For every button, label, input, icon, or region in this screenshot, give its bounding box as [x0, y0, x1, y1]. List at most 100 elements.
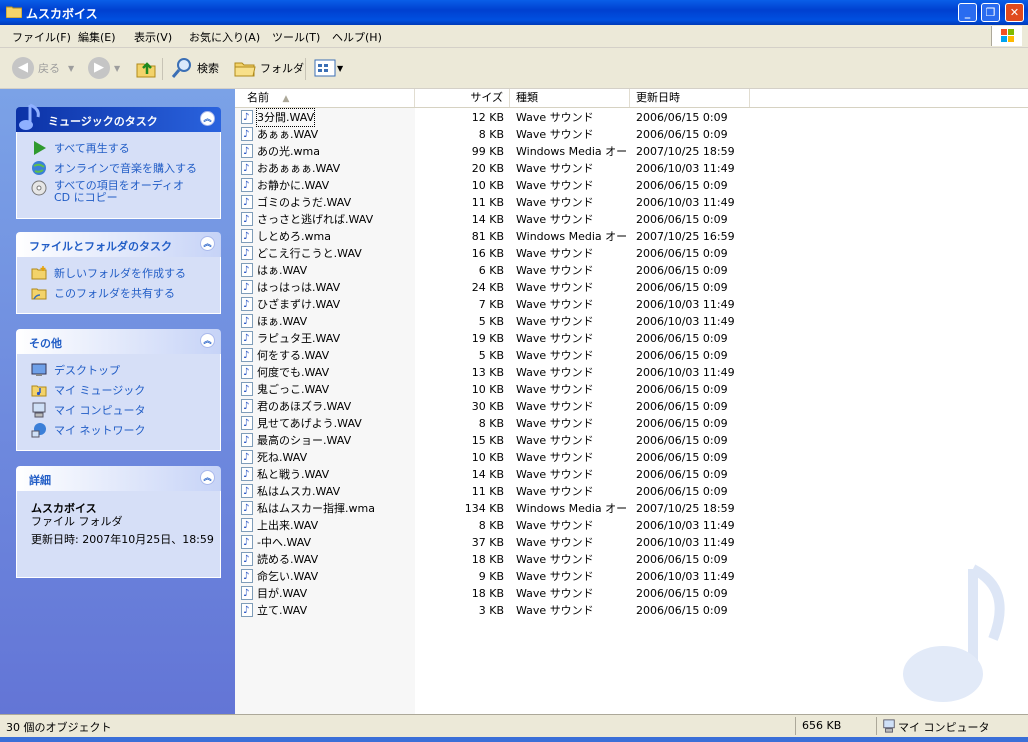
file-row[interactable]: 3分間.WAV 12 KB Wave サウンド 2006/06/15 0:09 [235, 108, 1028, 127]
my-network-link[interactable]: マイ ネットワーク [31, 422, 146, 438]
music-tasks-panel: ミュージックのタスク ︽ すべて再生する オンラインで音楽を購入する すべての項… [16, 103, 221, 219]
file-row[interactable]: ほぁ.WAV 5 KB Wave サウンド 2006/10/03 11:49 [235, 313, 1028, 330]
folders-button[interactable]: フォルダ [233, 56, 304, 80]
file-row[interactable]: さっさと逃げれば.WAV 14 KB Wave サウンド 2006/06/15 0:0… [235, 211, 1028, 228]
file-type: Wave サウンド [516, 383, 594, 396]
file-size: 3 KB [478, 604, 504, 617]
file-row[interactable]: ひざまずけ.WAV 7 KB Wave サウンド 2006/10/03 11:49 [235, 296, 1028, 313]
minimize-button[interactable]: _ [958, 3, 977, 22]
file-row[interactable]: 何度でも.WAV 13 KB Wave サウンド 2006/10/03 11:49 [235, 364, 1028, 381]
my-computer-icon [32, 402, 46, 418]
file-row[interactable]: しとめろ.wma 81 KB Windows Media オー... 2007/10/… [235, 228, 1028, 245]
new-folder-link[interactable]: 新しいフォルダを作成する [31, 265, 186, 281]
audio-file-icon [241, 228, 253, 245]
my-computer-link[interactable]: マイ コンピュータ [31, 402, 146, 418]
title-bar: ムスカボイス _ ❐ ✕ [0, 0, 1028, 25]
file-row[interactable]: はぁ.WAV 6 KB Wave サウンド 2006/06/15 0:09 [235, 262, 1028, 279]
menu-help[interactable]: ヘルプ(H) [332, 29, 382, 45]
file-name: 見せてあげよう.WAV [257, 417, 362, 430]
forward-arrow-icon: ▶ [88, 57, 110, 79]
file-row[interactable]: お静かに.WAV 10 KB Wave サウンド 2006/06/15 0:09 [235, 177, 1028, 194]
file-modified: 2006/06/15 0:09 [636, 264, 728, 277]
audio-file-icon [241, 313, 253, 330]
my-computer-icon [883, 719, 895, 733]
file-name: 3分間.WAV [255, 108, 316, 127]
file-row[interactable]: ラピュタ王.WAV 19 KB Wave サウンド 2006/06/15 0:09 [235, 330, 1028, 347]
file-modified: 2006/10/03 11:49 [636, 536, 735, 549]
music-tasks-header[interactable]: ミュージックのタスク ︽ [16, 103, 221, 132]
desktop-link[interactable]: デスクトップ [31, 362, 120, 378]
close-button[interactable]: ✕ [1005, 3, 1024, 22]
file-name: ほぁ.WAV [257, 315, 308, 328]
menu-edit[interactable]: 編集(E) [78, 29, 116, 45]
my-music-link[interactable]: マイ ミュージック [31, 382, 145, 398]
file-row[interactable]: 私はムスカー指揮.wma 134 KB Windows Media オー... 200… [235, 500, 1028, 517]
file-row[interactable]: 私と戦う.WAV 14 KB Wave サウンド 2006/06/15 0:09 [235, 466, 1028, 483]
file-row[interactable]: ゴミのようだ.WAV 11 KB Wave サウンド 2006/10/03 11:49 [235, 194, 1028, 211]
file-size: 5 KB [478, 349, 504, 362]
audio-file-icon [241, 245, 253, 262]
play-all-link[interactable]: すべて再生する [31, 140, 130, 156]
views-button[interactable]: ▼ [313, 56, 343, 80]
back-button[interactable]: ◀ 戻る ▼ [12, 56, 74, 80]
cd-icon [31, 180, 47, 196]
file-size: 10 KB [471, 179, 504, 192]
file-name: 私はムスカー指揮.wma [257, 502, 375, 515]
column-size[interactable]: サイズ [415, 89, 510, 107]
collapse-chevron-icon[interactable]: ︽ [200, 470, 215, 485]
audio-file-icon [241, 296, 253, 313]
column-name[interactable]: 名前 ▲ [235, 89, 415, 107]
file-row[interactable]: はっはっは.WAV 24 KB Wave サウンド 2006/06/15 0:09 [235, 279, 1028, 296]
file-list-view[interactable]: 名前 ▲ サイズ 種類 更新日時 3分間.WAV 12 KB Wave サウンド 20… [235, 89, 1028, 714]
buy-music-online-link[interactable]: オンラインで音楽を購入する [31, 160, 197, 176]
file-modified: 2006/06/15 0:09 [636, 111, 728, 124]
audio-file-icon [241, 568, 253, 585]
file-size: 14 KB [471, 468, 504, 481]
file-row[interactable]: どこえ行こうと.WAV 16 KB Wave サウンド 2006/06/15 0:09 [235, 245, 1028, 262]
other-places-header[interactable]: その他 ︽ [16, 329, 221, 354]
file-row[interactable]: 何をする.WAV 5 KB Wave サウンド 2006/06/15 0:09 [235, 347, 1028, 364]
file-row[interactable]: 最高のショー.WAV 15 KB Wave サウンド 2006/06/15 0:09 [235, 432, 1028, 449]
file-row[interactable]: あの光.wma 99 KB Windows Media オー... 2007/10/2… [235, 143, 1028, 160]
menu-tools[interactable]: ツール(T) [272, 29, 320, 45]
column-type[interactable]: 種類 [510, 89, 630, 107]
up-folder-button[interactable] [134, 56, 158, 80]
file-row[interactable]: 私はムスカ.WAV 11 KB Wave サウンド 2006/06/15 0:09 [235, 483, 1028, 500]
file-name: ラピュタ王.WAV [257, 332, 341, 345]
forward-button[interactable]: ▶ ▼ [88, 56, 120, 80]
file-type: Wave サウンド [516, 162, 594, 175]
file-row[interactable]: 死ね.WAV 10 KB Wave サウンド 2006/06/15 0:09 [235, 449, 1028, 466]
file-modified: 2006/06/15 0:09 [636, 485, 728, 498]
collapse-chevron-icon[interactable]: ︽ [200, 236, 215, 251]
search-button[interactable]: 検索 [170, 56, 219, 80]
status-object-count: 30 個のオブジェクト [6, 721, 112, 734]
file-row[interactable]: あぁぁ.WAV 8 KB Wave サウンド 2006/06/15 0:09 [235, 126, 1028, 143]
column-modified[interactable]: 更新日時 [630, 89, 750, 107]
menu-file[interactable]: ファイル(F) [12, 29, 71, 45]
file-size: 16 KB [471, 247, 504, 260]
audio-file-icon [241, 177, 253, 194]
file-name: 君のあほズラ.WAV [257, 400, 352, 413]
views-icon [314, 59, 336, 77]
file-row[interactable]: 君のあほズラ.WAV 30 KB Wave サウンド 2006/06/15 0:09 [235, 398, 1028, 415]
file-row[interactable]: 上出来.WAV 8 KB Wave サウンド 2006/10/03 11:49 [235, 517, 1028, 534]
maximize-button[interactable]: ❐ [981, 3, 1000, 22]
file-type: Wave サウンド [516, 570, 594, 583]
menu-favorites[interactable]: お気に入り(A) [189, 29, 260, 45]
file-row[interactable]: -中へ.WAV 37 KB Wave サウンド 2006/10/03 11:49 [235, 534, 1028, 551]
share-folder-link[interactable]: このフォルダを共有する [31, 285, 175, 301]
copy-to-cd-link[interactable]: すべての項目をオーディオ CD にコピー [31, 180, 201, 204]
file-name: あの光.wma [257, 145, 320, 158]
file-modified: 2006/10/03 11:49 [636, 298, 735, 311]
menu-view[interactable]: 表示(V) [134, 29, 172, 45]
details-header[interactable]: 詳細 ︽ [16, 466, 221, 491]
file-row[interactable]: 見せてあげよう.WAV 8 KB Wave サウンド 2006/06/15 0:09 [235, 415, 1028, 432]
file-folder-tasks-header[interactable]: ファイルとフォルダのタスク ︽ [16, 232, 221, 257]
file-row[interactable]: おあぁぁぁ.WAV 20 KB Wave サウンド 2006/10/03 11:49 [235, 160, 1028, 177]
collapse-chevron-icon[interactable]: ︽ [200, 111, 215, 126]
my-network-label: マイ ネットワーク [54, 424, 146, 437]
file-size: 8 KB [478, 128, 504, 141]
file-row[interactable]: 鬼ごっこ.WAV 10 KB Wave サウンド 2006/06/15 0:09 [235, 381, 1028, 398]
file-name: どこえ行こうと.WAV [257, 247, 362, 260]
collapse-chevron-icon[interactable]: ︽ [200, 333, 215, 348]
